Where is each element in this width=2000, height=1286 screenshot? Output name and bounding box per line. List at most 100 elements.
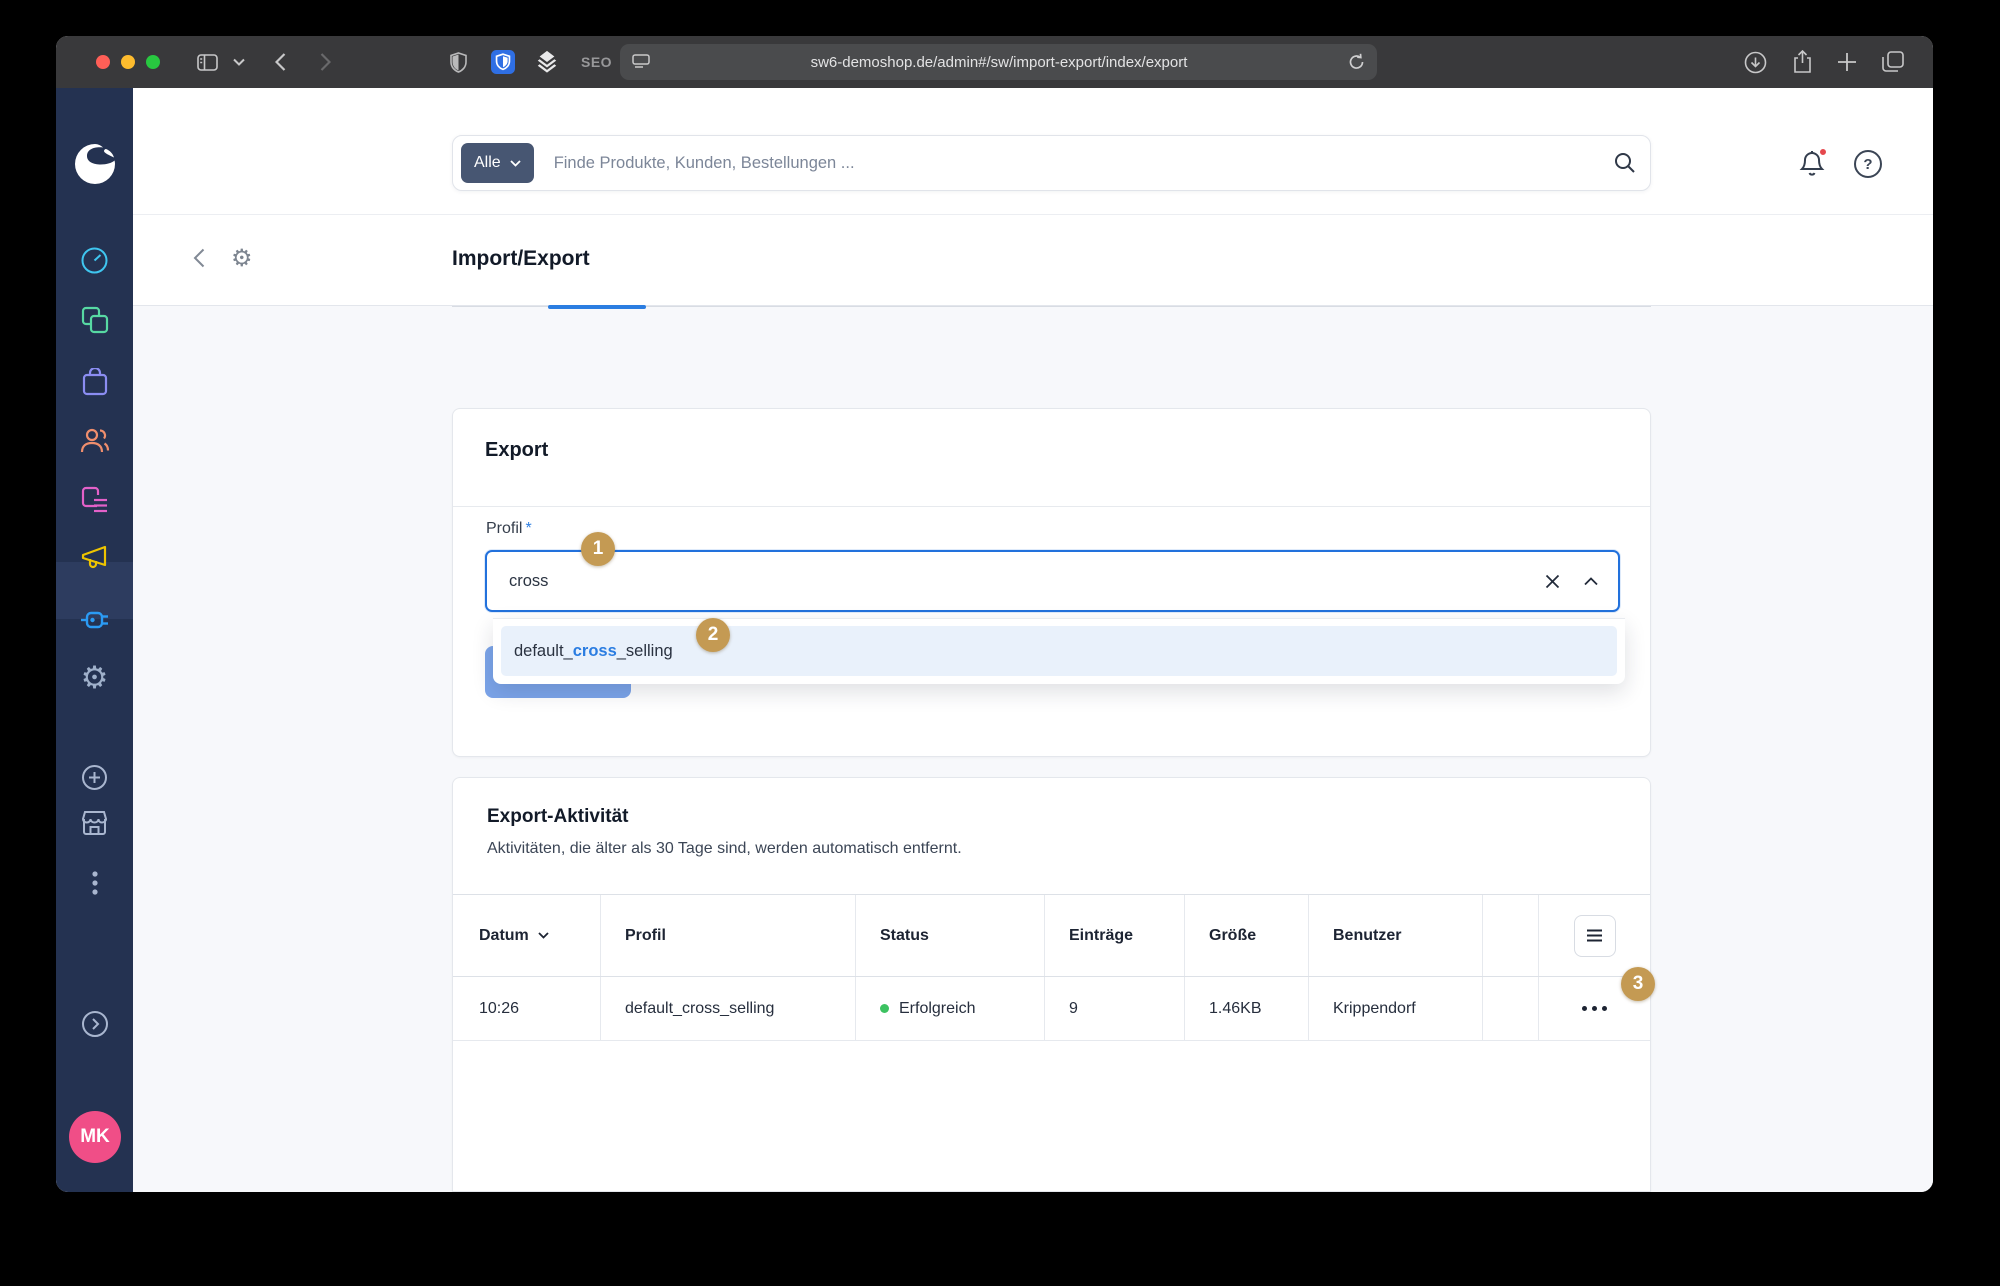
global-search-bar[interactable]: Alle bbox=[452, 135, 1651, 191]
column-header-groesse[interactable]: Größe bbox=[1185, 895, 1309, 976]
traffic-lights bbox=[96, 55, 160, 69]
table-row[interactable]: 10:26 default_cross_selling Erfolgreich … bbox=[453, 977, 1650, 1041]
table-settings-button[interactable] bbox=[1574, 915, 1616, 957]
sidebar-expand-button[interactable] bbox=[56, 1000, 133, 1048]
help-button[interactable]: ? bbox=[1854, 150, 1882, 178]
activity-title: Export-Aktivität bbox=[487, 806, 628, 828]
annotation-badge-3: 3 bbox=[1621, 967, 1655, 1001]
column-header-actions bbox=[1539, 895, 1650, 976]
search-scope-label: Alle bbox=[474, 154, 501, 172]
cell-groesse: 1.46KB bbox=[1185, 977, 1309, 1040]
sidebar-item-dashboard[interactable] bbox=[56, 236, 133, 284]
sidebar-item-settings[interactable]: ⚙ bbox=[56, 654, 133, 702]
export-card: Export Profil* bbox=[452, 408, 1651, 757]
website-settings-icon[interactable] bbox=[632, 54, 650, 70]
tab-strip bbox=[452, 306, 1651, 307]
search-icon[interactable] bbox=[1614, 152, 1636, 174]
shield-extension-icon[interactable] bbox=[446, 50, 470, 74]
table-settings-icon bbox=[1586, 929, 1603, 942]
url-text[interactable]: sw6-demoshop.de/admin#/sw/import-export/… bbox=[650, 54, 1348, 71]
cell-profil: default_cross_selling bbox=[601, 977, 856, 1040]
question-mark-icon: ? bbox=[1863, 156, 1872, 173]
activity-subtitle: Aktivitäten, die älter als 30 Tage sind,… bbox=[487, 840, 962, 858]
cell-benutzer: Krippendorf bbox=[1309, 977, 1483, 1040]
page-back-button[interactable] bbox=[193, 248, 205, 268]
sidebar-storefront-button[interactable] bbox=[56, 799, 133, 847]
chevron-down-icon[interactable] bbox=[227, 50, 251, 74]
cell-eintraege: 9 bbox=[1045, 977, 1185, 1040]
export-activity-card: Export-Aktivität Aktivitäten, die älter … bbox=[452, 777, 1651, 1192]
column-header-eintraege[interactable]: Einträge bbox=[1045, 895, 1185, 976]
notifications-button[interactable] bbox=[1799, 150, 1827, 178]
cell-datum: 10:26 bbox=[453, 977, 601, 1040]
sidebar-item-content[interactable] bbox=[56, 476, 133, 524]
bitwarden-extension-icon[interactable] bbox=[491, 50, 515, 74]
browser-titlebar: SEO sw6-demoshop.de/admin#/sw/import-exp… bbox=[56, 36, 1933, 88]
column-header-status[interactable]: Status bbox=[856, 895, 1045, 976]
profile-select-field[interactable]: 1 bbox=[485, 550, 1620, 612]
search-scope-dropdown[interactable]: Alle bbox=[461, 143, 534, 183]
notification-badge bbox=[1818, 147, 1828, 157]
profile-field-label: Profil* bbox=[486, 520, 532, 538]
sidebar-item-marketing[interactable] bbox=[56, 534, 133, 582]
annotation-badge-1: 1 bbox=[581, 532, 615, 566]
cell-status: Erfolgreich bbox=[856, 977, 1045, 1040]
collapse-dropdown-icon[interactable] bbox=[1584, 577, 1598, 586]
reload-icon[interactable] bbox=[1348, 53, 1365, 71]
option-text-prefix: default_ bbox=[514, 642, 573, 661]
sidebar-add-button[interactable] bbox=[56, 753, 133, 801]
column-header-datum[interactable]: Datum bbox=[453, 895, 601, 976]
back-button[interactable] bbox=[268, 50, 292, 74]
profile-search-input[interactable] bbox=[509, 572, 1545, 591]
sidebar-item-customers[interactable] bbox=[56, 416, 133, 464]
cell-spacer bbox=[1483, 977, 1539, 1040]
share-icon[interactable] bbox=[1790, 50, 1814, 74]
annotation-badge-2: 2 bbox=[696, 618, 730, 652]
forward-button[interactable] bbox=[313, 50, 337, 74]
card-divider bbox=[453, 506, 1650, 507]
blocker-extension-icon[interactable] bbox=[535, 50, 559, 74]
admin-sidebar: ⚙ bbox=[56, 88, 133, 1192]
gear-icon: ⚙ bbox=[81, 663, 109, 694]
activity-table: Datum Profil Status Einträge Größe Benut… bbox=[453, 894, 1650, 1041]
clear-selection-icon[interactable] bbox=[1545, 574, 1560, 589]
sort-chevron-icon bbox=[538, 932, 549, 939]
sidebar-toggle-icon[interactable] bbox=[195, 50, 219, 74]
status-badge: Erfolgreich bbox=[899, 1000, 975, 1018]
page-header: ⚙ Import/Export bbox=[133, 215, 1933, 306]
sidebar-item-orders[interactable] bbox=[56, 358, 133, 406]
chevron-down-icon bbox=[510, 160, 521, 167]
status-success-dot bbox=[880, 1004, 889, 1013]
option-text-suffix: _selling bbox=[617, 642, 673, 661]
sidebar-item-extensions[interactable] bbox=[56, 596, 133, 644]
sidebar-item-catalogues[interactable] bbox=[56, 296, 133, 344]
column-header-benutzer[interactable]: Benutzer bbox=[1309, 895, 1483, 976]
browser-window: SEO sw6-demoshop.de/admin#/sw/import-exp… bbox=[56, 36, 1933, 1192]
url-bar[interactable]: sw6-demoshop.de/admin#/sw/import-export/… bbox=[620, 44, 1377, 80]
profile-dropdown: default_cross_selling bbox=[493, 618, 1625, 684]
profile-option-default-cross-selling[interactable]: default_cross_selling bbox=[501, 626, 1617, 676]
seo-extension-label[interactable]: SEO bbox=[581, 54, 612, 70]
global-search-input[interactable] bbox=[554, 154, 1614, 173]
minimize-window-button[interactable] bbox=[121, 55, 135, 69]
user-avatar[interactable]: MK bbox=[69, 1111, 121, 1163]
shopware-logo[interactable] bbox=[56, 140, 133, 188]
option-text-match: cross bbox=[573, 642, 617, 661]
new-tab-icon[interactable] bbox=[1835, 50, 1859, 74]
column-header-spacer bbox=[1483, 895, 1539, 976]
active-tab-indicator[interactable] bbox=[548, 305, 646, 309]
table-header-row: Datum Profil Status Einträge Größe Benut… bbox=[453, 895, 1650, 977]
close-window-button[interactable] bbox=[96, 55, 110, 69]
row-context-menu-button[interactable] bbox=[1582, 1006, 1607, 1011]
page-title: Import/Export bbox=[452, 247, 590, 271]
page-content: Export Profil* bbox=[133, 306, 1933, 1192]
admin-topbar: Alle bbox=[133, 88, 1933, 215]
required-marker: * bbox=[525, 520, 531, 537]
sidebar-more-button[interactable] bbox=[56, 859, 133, 907]
page-settings-icon[interactable]: ⚙ bbox=[231, 246, 253, 270]
zoom-window-button[interactable] bbox=[146, 55, 160, 69]
tab-overview-icon[interactable] bbox=[1881, 50, 1905, 74]
downloads-icon[interactable] bbox=[1743, 50, 1767, 74]
column-header-profil[interactable]: Profil bbox=[601, 895, 856, 976]
export-card-title: Export bbox=[485, 439, 548, 462]
